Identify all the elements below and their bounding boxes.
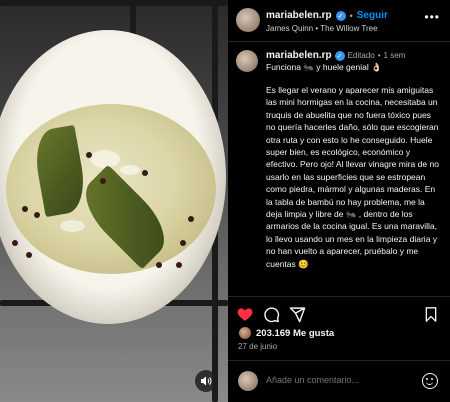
comment-icon bbox=[263, 306, 279, 322]
clove bbox=[142, 170, 148, 176]
bookmark-icon bbox=[425, 306, 437, 322]
likes-row[interactable]: 203.169 Me gusta bbox=[238, 326, 334, 340]
clove bbox=[176, 262, 182, 268]
post-date: 27 de junio bbox=[238, 342, 278, 351]
speaker-icon bbox=[201, 376, 212, 386]
username-link[interactable]: mariabelen.rp bbox=[266, 50, 332, 61]
comment-input[interactable] bbox=[266, 375, 416, 385]
header-user-row: mariabelen.rp ✓ • Seguir bbox=[266, 10, 388, 21]
clove bbox=[22, 206, 28, 212]
likes-count[interactable]: 203.169 Me gusta bbox=[256, 328, 334, 339]
foam bbox=[120, 165, 140, 175]
clove bbox=[156, 262, 162, 268]
comment-button[interactable] bbox=[262, 305, 280, 323]
foam bbox=[60, 220, 85, 232]
foam bbox=[90, 150, 120, 168]
post-header: mariabelen.rp ✓ • Seguir James Quinn • T… bbox=[228, 0, 450, 42]
clove bbox=[188, 216, 194, 222]
caption-section: mariabelen.rp ✓ Editado • 1 sem Funciona… bbox=[228, 42, 450, 294]
avatar[interactable] bbox=[236, 8, 260, 32]
clove bbox=[180, 240, 186, 246]
save-button[interactable] bbox=[422, 305, 440, 323]
clove bbox=[100, 178, 106, 184]
caption-head: mariabelen.rp ✓ Editado • 1 sem bbox=[266, 50, 405, 61]
post-panel: mariabelen.rp ✓ • Seguir James Quinn • T… bbox=[228, 0, 450, 402]
avatar[interactable] bbox=[236, 50, 258, 72]
avatar bbox=[238, 371, 258, 391]
caption-body: Es llegar el verano y aparecer mis amigu… bbox=[266, 85, 439, 269]
audio-track-link[interactable]: James Quinn • The Willow Tree bbox=[266, 24, 378, 33]
clove bbox=[34, 212, 40, 218]
separator: • bbox=[377, 51, 381, 60]
heart-filled-icon bbox=[237, 308, 253, 321]
verified-badge-icon: ✓ bbox=[334, 50, 345, 61]
like-button[interactable] bbox=[236, 305, 254, 323]
action-bar bbox=[228, 296, 450, 328]
clove bbox=[86, 152, 92, 158]
avatar bbox=[238, 326, 252, 340]
caption-first-line: Funciona 🐜 y huele genial 👌🏻 bbox=[266, 62, 382, 72]
edited-label: Editado bbox=[347, 51, 375, 60]
share-button[interactable] bbox=[288, 305, 306, 323]
post-media[interactable] bbox=[0, 0, 228, 402]
verified-badge-icon: ✓ bbox=[335, 10, 346, 21]
send-icon bbox=[289, 306, 305, 322]
stove-grate bbox=[0, 0, 228, 6]
comment-bar bbox=[228, 360, 450, 402]
clove bbox=[12, 240, 18, 246]
more-horizontal-icon[interactable]: ••• bbox=[424, 10, 440, 24]
clove bbox=[26, 252, 32, 258]
username-link[interactable]: mariabelen.rp bbox=[266, 10, 332, 21]
follow-button[interactable]: Seguir bbox=[357, 10, 388, 21]
separator: • bbox=[349, 10, 353, 21]
time-ago[interactable]: 1 sem bbox=[384, 51, 406, 60]
mute-button[interactable] bbox=[195, 370, 217, 392]
emoji-icon[interactable] bbox=[422, 373, 438, 389]
